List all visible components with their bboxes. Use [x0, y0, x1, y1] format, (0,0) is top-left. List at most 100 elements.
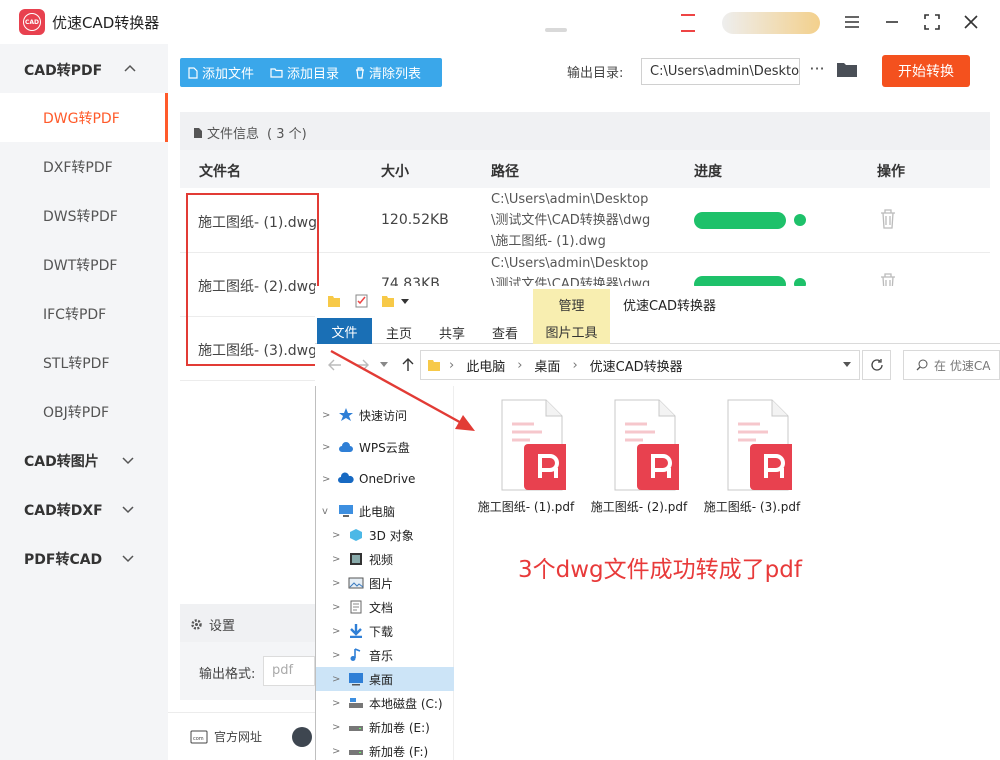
- app-title: 优速CAD转换器: [52, 14, 160, 32]
- nav-label: 本地磁盘 (C:): [369, 696, 443, 711]
- sidebar-item-stl-to-pdf[interactable]: STL转PDF: [0, 338, 168, 387]
- blurred-region: [545, 28, 567, 32]
- sidebar-group-cad-to-dxf[interactable]: CAD转DXF: [0, 490, 168, 530]
- expand-icon[interactable]: >: [332, 650, 342, 661]
- output-format-select[interactable]: pdf: [263, 656, 315, 686]
- nav-music[interactable]: > 音乐: [316, 643, 454, 667]
- sidebar-item-obj-to-pdf[interactable]: OBJ转PDF: [0, 387, 168, 436]
- tab-file[interactable]: 文件: [317, 318, 372, 344]
- breadcrumb-current[interactable]: 优速CAD转换器: [590, 356, 683, 375]
- breadcrumb-separator: ›: [572, 357, 578, 373]
- sidebar-group-pdf-to-cad[interactable]: PDF转CAD: [0, 539, 168, 579]
- expand-icon[interactable]: >: [322, 442, 332, 453]
- expand-icon[interactable]: >: [332, 746, 342, 757]
- output-dir-input[interactable]: C:\Users\admin\Desktop: [641, 58, 800, 85]
- file-icon: [188, 66, 198, 79]
- folder-small-icon[interactable]: [327, 294, 341, 308]
- file-count: ( 3 个): [267, 127, 307, 142]
- maximize-icon[interactable]: [918, 8, 946, 36]
- close-icon[interactable]: [957, 8, 985, 36]
- nav-label: 桌面: [369, 672, 394, 687]
- expand-icon[interactable]: >: [332, 530, 342, 541]
- official-site-link[interactable]: com 官方网址: [190, 728, 262, 745]
- official-site-label: 官方网址: [214, 730, 263, 744]
- table-header: [180, 150, 990, 188]
- breadcrumb-separator: ›: [517, 357, 523, 373]
- tab-share[interactable]: 共享: [439, 323, 465, 342]
- sidebar-item-label: STL转PDF: [43, 355, 110, 372]
- add-file-label: 添加文件: [202, 67, 255, 82]
- expand-icon[interactable]: >: [332, 698, 342, 709]
- breadcrumb-desktop[interactable]: 桌面: [534, 356, 560, 375]
- collapse-icon[interactable]: v: [322, 506, 332, 517]
- sidebar-item-dws-to-pdf[interactable]: DWS转PDF: [0, 191, 168, 240]
- pdf-file-item[interactable]: 施工图纸- (2).pdf: [584, 398, 694, 515]
- toolbar-button-group: 添加文件 添加目录 清除列表: [180, 58, 442, 87]
- pdf-file-item[interactable]: 施工图纸- (1).pdf: [471, 398, 581, 515]
- tab-picture-tools[interactable]: 图片工具: [533, 318, 610, 344]
- computer-icon: [339, 505, 353, 517]
- nav-label: 新加卷 (F:): [369, 744, 429, 759]
- nav-local-disk-c[interactable]: > 本地磁盘 (C:): [316, 691, 454, 715]
- expand-icon[interactable]: >: [322, 474, 332, 485]
- search-input[interactable]: 在 优速CA: [903, 350, 1000, 380]
- properties-icon[interactable]: [355, 294, 369, 308]
- file-path-line: \施工图纸- (1).dwg: [491, 234, 606, 249]
- nav-documents[interactable]: > 文档: [316, 595, 454, 619]
- chevron-down-icon: [122, 506, 134, 514]
- tab-view[interactable]: 查看: [492, 323, 518, 342]
- output-format-label: 输出格式:: [199, 667, 256, 682]
- ribbon-manage-tab[interactable]: 管理: [533, 289, 610, 319]
- delete-icon[interactable]: [880, 209, 896, 229]
- nav-videos[interactable]: > 视频: [316, 547, 454, 571]
- file-path: C:\Users\admin\Desktop \测试文件\CAD转换器\dwg …: [491, 189, 650, 252]
- nav-this-pc[interactable]: v 此电脑: [316, 499, 454, 523]
- expand-icon[interactable]: >: [332, 626, 342, 637]
- chevron-down-icon[interactable]: [843, 362, 851, 368]
- open-folder-icon[interactable]: [836, 60, 858, 78]
- sidebar-item-dxf-to-pdf[interactable]: DXF转PDF: [0, 142, 168, 191]
- expand-icon[interactable]: >: [332, 554, 342, 565]
- chat-icon[interactable]: [292, 727, 312, 747]
- expand-icon[interactable]: >: [332, 722, 342, 733]
- settings-label: 设置: [209, 619, 236, 634]
- disk-icon: [349, 698, 363, 708]
- sidebar-group-cad-to-image[interactable]: CAD转图片: [0, 441, 168, 481]
- vip-badge[interactable]: [722, 12, 820, 34]
- chevron-down-icon: [122, 555, 134, 563]
- pdf-file-item[interactable]: 施工图纸- (3).pdf: [697, 398, 807, 515]
- nav-volume-e[interactable]: > 新加卷 (E:): [316, 715, 454, 739]
- expand-icon[interactable]: >: [332, 578, 342, 589]
- highlight-box: [186, 193, 319, 366]
- pictures-icon: [348, 577, 364, 589]
- menu-icon[interactable]: [838, 8, 866, 36]
- expand-icon[interactable]: >: [332, 602, 342, 613]
- sidebar-item-dwg-to-pdf[interactable]: DWG转PDF: [0, 93, 168, 142]
- sidebar-group-cad-to-pdf[interactable]: CAD转PDF: [0, 50, 168, 90]
- nav-desktop[interactable]: > 桌面: [316, 667, 454, 691]
- minimize-icon[interactable]: [878, 8, 906, 36]
- clear-list-button[interactable]: 清除列表: [347, 58, 429, 87]
- start-convert-button[interactable]: 开始转换: [882, 55, 970, 87]
- sidebar-group-label: PDF转CAD: [24, 552, 103, 568]
- tab-home[interactable]: 主页: [386, 323, 412, 342]
- sidebar-item-ifc-to-pdf[interactable]: IFC转PDF: [0, 289, 168, 338]
- nav-3d-objects[interactable]: > 3D 对象: [316, 523, 454, 547]
- file-size: 120.52KB: [381, 212, 449, 228]
- nav-pictures[interactable]: > 图片: [316, 571, 454, 595]
- cloud-icon: [339, 442, 353, 452]
- customize-qat-icon[interactable]: [401, 299, 409, 305]
- address-bar[interactable]: › 此电脑 › 桌面 › 优速CAD转换器: [420, 350, 860, 380]
- nav-onedrive[interactable]: > OneDrive: [316, 467, 454, 491]
- new-folder-icon[interactable]: [381, 294, 395, 308]
- more-options-button[interactable]: ···: [806, 60, 828, 82]
- sidebar-group-label: CAD转DXF: [24, 503, 103, 519]
- sidebar-item-dwt-to-pdf[interactable]: DWT转PDF: [0, 240, 168, 289]
- expand-icon[interactable]: >: [332, 674, 342, 685]
- nav-volume-f[interactable]: > 新加卷 (F:): [316, 739, 454, 760]
- refresh-button[interactable]: [862, 350, 891, 380]
- nav-downloads[interactable]: > 下载: [316, 619, 454, 643]
- add-file-button[interactable]: 添加文件: [180, 58, 262, 87]
- add-folder-button[interactable]: 添加目录: [262, 58, 347, 87]
- nav-label: 视频: [369, 552, 394, 567]
